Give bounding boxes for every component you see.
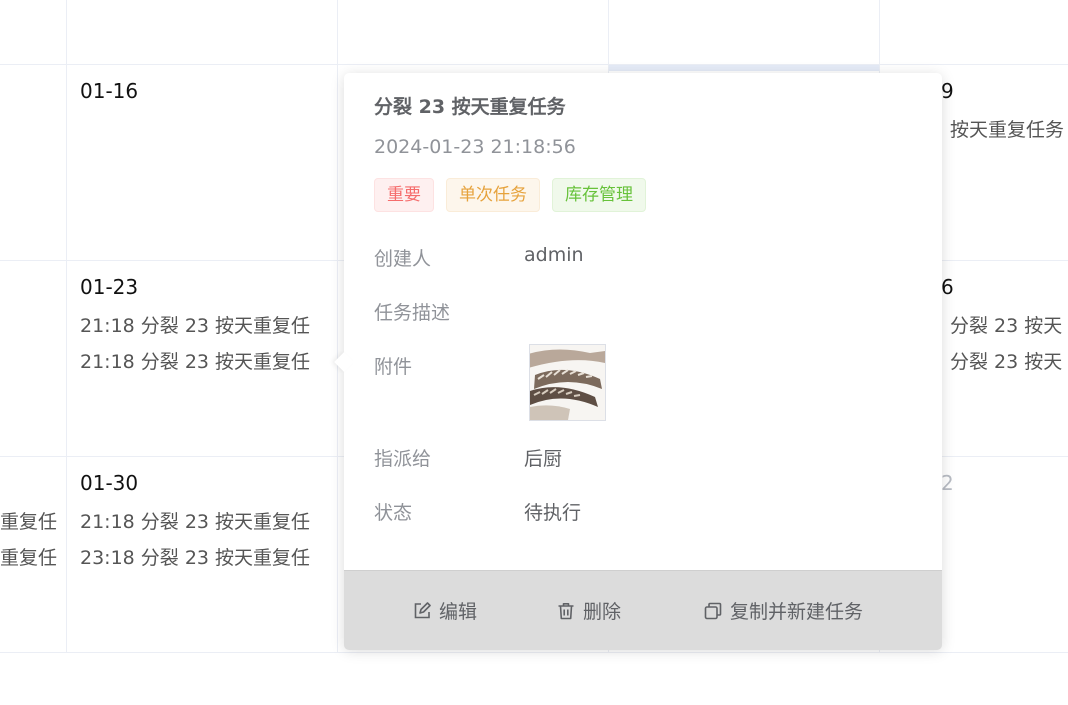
creator-label: 创建人 bbox=[374, 248, 432, 270]
day-cell-date[interactable]: 6 bbox=[941, 275, 961, 299]
selected-day-highlight bbox=[609, 65, 879, 71]
delete-button-label: 删除 bbox=[583, 601, 622, 623]
grid-line bbox=[337, 0, 338, 653]
day-cell-date[interactable]: 01-16 bbox=[80, 79, 138, 103]
edit-button[interactable]: 编辑 bbox=[413, 597, 477, 624]
task-title: 分裂 23 按天重复任务 bbox=[374, 96, 566, 118]
day-cell-date[interactable]: 2 bbox=[941, 471, 961, 495]
calendar-event[interactable]: 重复任 bbox=[0, 546, 60, 570]
attachment-label: 附件 bbox=[374, 356, 413, 378]
copy-create-task-button[interactable]: 复制并新建任务 bbox=[704, 597, 863, 624]
task-datetime: 2024-01-23 21:18:56 bbox=[374, 136, 576, 158]
shrimp-photo-icon bbox=[530, 345, 605, 420]
calendar-event[interactable]: 23:18 分裂 23 按天重复任 bbox=[80, 546, 325, 570]
day-cell-date[interactable]: 01-23 bbox=[80, 275, 138, 299]
day-cell-date[interactable]: 01-30 bbox=[80, 471, 138, 495]
task-tags: 重要 单次任务 库存管理 bbox=[374, 178, 646, 212]
assignee-value: 后厨 bbox=[524, 448, 563, 470]
edit-icon bbox=[414, 601, 431, 618]
calendar-event[interactable]: 按天重复任务 bbox=[950, 118, 1068, 142]
tag-category: 库存管理 bbox=[552, 178, 646, 212]
calendar-event[interactable]: 分裂 23 按天 bbox=[950, 350, 1068, 374]
calendar-event[interactable]: 21:18 分裂 23 按天重复任 bbox=[80, 314, 325, 338]
copy-create-task-label: 复制并新建任务 bbox=[730, 601, 864, 623]
status-value: 待执行 bbox=[524, 502, 582, 524]
calendar-event[interactable]: 重复任 bbox=[0, 510, 60, 534]
status-label: 状态 bbox=[374, 502, 413, 524]
creator-value: admin bbox=[524, 244, 584, 266]
tag-important: 重要 bbox=[374, 178, 434, 212]
attachment-thumbnail[interactable] bbox=[529, 344, 606, 421]
calendar-event[interactable]: 21:18 分裂 23 按天重复任 bbox=[80, 350, 325, 374]
popover-actions: 编辑 删除 复制并新建任务 bbox=[344, 570, 942, 650]
assignee-label: 指派给 bbox=[374, 448, 432, 470]
copy-icon bbox=[704, 602, 722, 619]
edit-button-label: 编辑 bbox=[439, 601, 478, 623]
tag-task-type: 单次任务 bbox=[446, 178, 540, 212]
calendar-event[interactable]: 21:18 分裂 23 按天重复任 bbox=[80, 510, 325, 534]
grid-line bbox=[0, 652, 1068, 653]
day-cell-date[interactable]: 9 bbox=[941, 79, 961, 103]
grid-line bbox=[0, 64, 1068, 65]
calendar-event[interactable]: 分裂 23 按天 bbox=[950, 314, 1068, 338]
delete-button[interactable]: 删除 bbox=[557, 597, 621, 624]
grid-line bbox=[66, 0, 67, 653]
description-label: 任务描述 bbox=[374, 302, 451, 324]
task-detail-popover: 分裂 23 按天重复任务 2024-01-23 21:18:56 重要 单次任务… bbox=[334, 73, 942, 650]
trash-icon bbox=[558, 602, 574, 619]
